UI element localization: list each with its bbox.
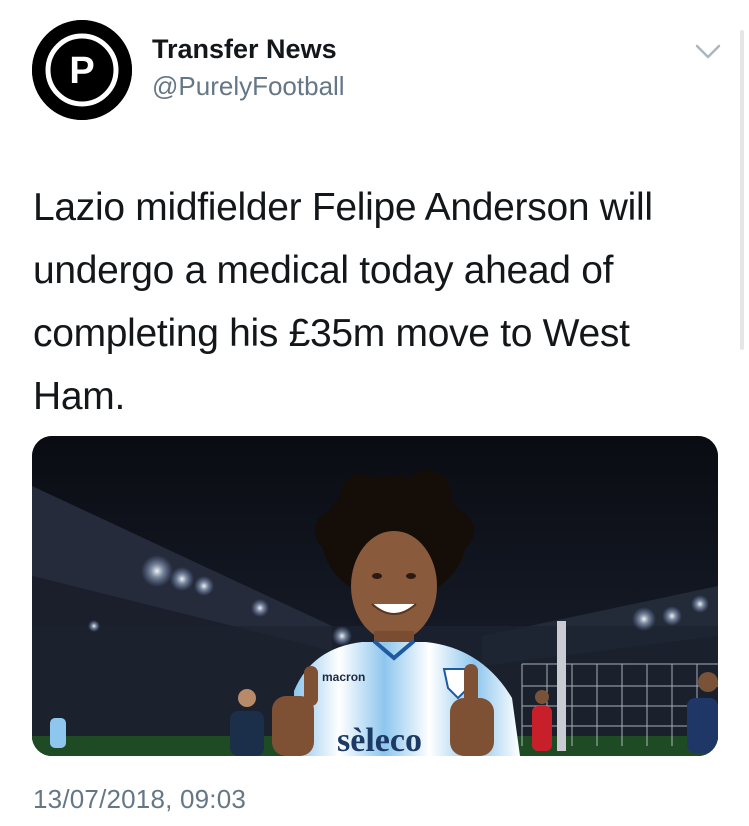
tweet-text: Lazio midfielder Felipe Anderson will un… (33, 186, 653, 418)
avatar[interactable]: P (32, 20, 132, 120)
tweet-timestamp: 13/07/2018, 09:03 (33, 784, 247, 814)
kit-sponsor-label: sèleco (337, 722, 422, 756)
tweet-header: P Transfer News @PurelyFootball (0, 0, 749, 140)
avatar-letter: P (69, 50, 94, 92)
author-display-name[interactable]: Transfer News (152, 34, 337, 65)
tweet-media-photo[interactable]: macron sèleco (32, 436, 718, 756)
kit-brand-label: macron (322, 670, 365, 684)
scrollbar[interactable] (740, 30, 744, 350)
chevron-down-icon[interactable] (693, 40, 723, 66)
purely-football-logo-icon: P (32, 20, 132, 120)
author-handle[interactable]: @PurelyFootball (152, 71, 345, 102)
